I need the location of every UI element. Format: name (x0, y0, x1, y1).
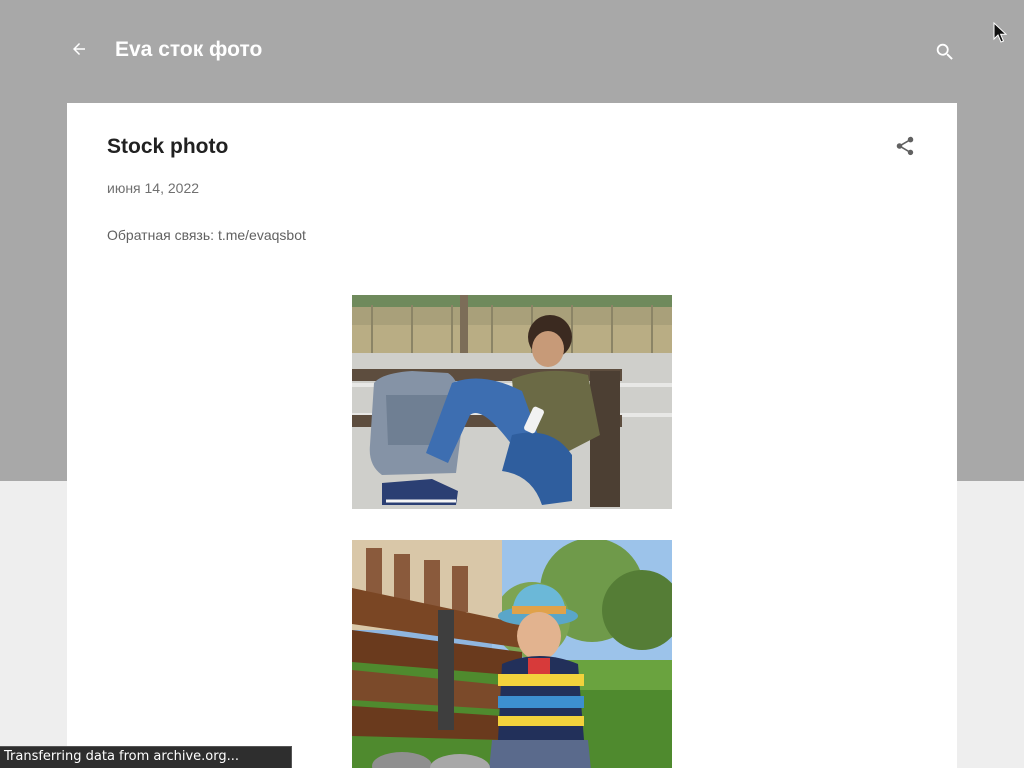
share-icon (896, 136, 914, 156)
back-button[interactable] (66, 36, 92, 62)
post-image-child-in-hat[interactable] (352, 540, 672, 768)
post-card: Stock photo июня 14, 2022 Обратная связь… (67, 103, 957, 768)
feedback-line: Обратная связь: t.me/evaqsbot (107, 226, 306, 244)
post-date: июня 14, 2022 (107, 180, 200, 196)
blog-header: Eva сток фото (0, 0, 1024, 100)
feedback-label: Обратная связь: (107, 227, 218, 243)
browser-status-bar: Transferring data from archive.org... (0, 746, 292, 768)
search-button[interactable] (932, 39, 958, 65)
share-button[interactable] (891, 132, 919, 160)
feedback-link[interactable]: t.me/evaqsbot (218, 227, 306, 243)
mouse-cursor-icon (993, 22, 1007, 43)
arrow-back-icon (73, 43, 85, 55)
blog-title[interactable]: Eva сток фото (115, 36, 262, 64)
post-image-boy-on-bench[interactable] (352, 295, 672, 509)
search-icon (936, 43, 953, 60)
post-title[interactable]: Stock photo (107, 133, 228, 161)
